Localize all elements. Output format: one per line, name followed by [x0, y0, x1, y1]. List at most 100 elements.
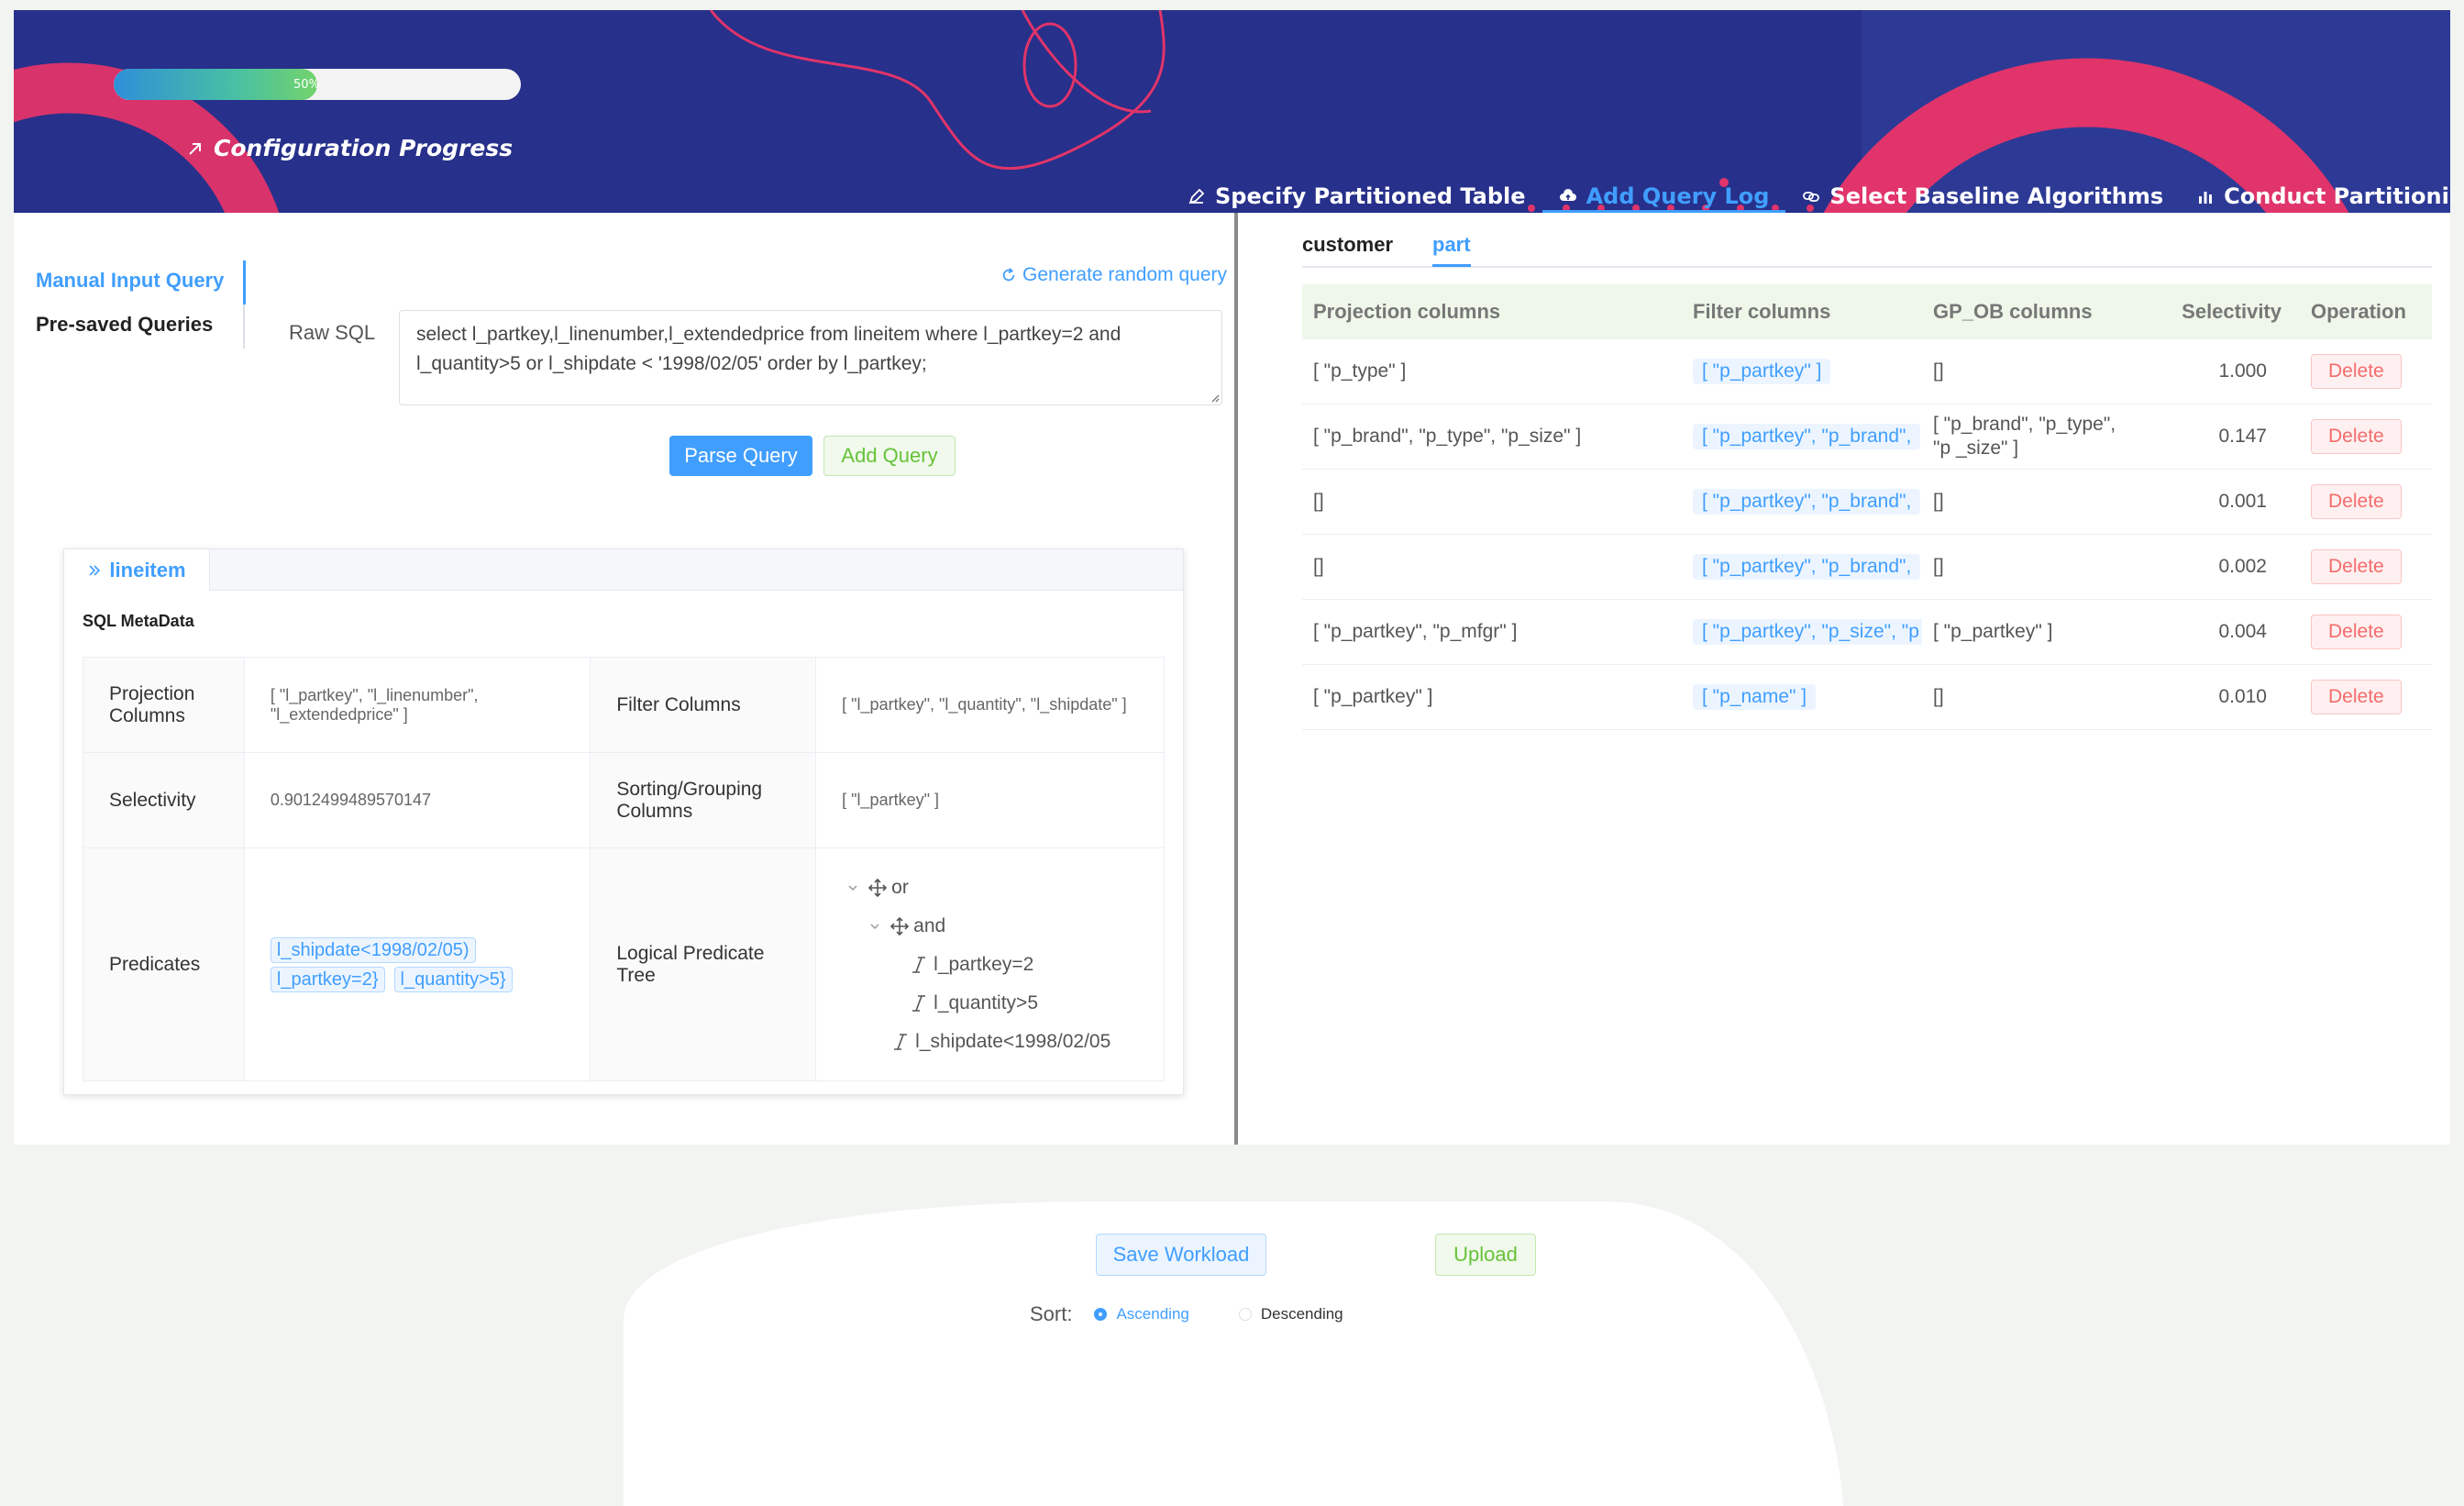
gpob-cell: [ "p_partkey" ] [1922, 599, 2144, 665]
step-navigation: Specify Partitioned Table Add Query Log … [1171, 166, 2450, 213]
italic-icon [912, 994, 926, 1012]
projection-cell: [] [1302, 469, 1682, 535]
operation-cell: Delete [2300, 534, 2432, 600]
tree-node-or[interactable]: or [845, 869, 1138, 907]
step-label: Specify Partitioned Table [1215, 183, 1526, 209]
delete-button[interactable]: Delete [2311, 484, 2402, 519]
column-header-gpob: GP_OB columns [1922, 284, 2144, 339]
filter-cell: [ "p_partkey", "p_brand", [1682, 404, 1922, 470]
filter-cell: [ "p_partkey", "p_size", "p [1682, 599, 1922, 665]
step-label: Conduct Partitioning Decision [2224, 183, 2450, 209]
operation-cell: Delete [2300, 469, 2432, 535]
operation-cell: Delete [2300, 404, 2432, 470]
step-label: Add Query Log [1586, 183, 1770, 209]
filter-tag: [ "p_partkey", "p_size", "p [1693, 619, 1922, 645]
predicates-value: l_shipdate<1998/02/05) l_partkey=2} l_qua… [243, 847, 591, 1081]
active-tab-indicator [243, 260, 246, 305]
gpob-cell: [ "p_brand", "p_type", "p _size" ] [1922, 404, 2144, 470]
selectivity-cell: 0.001 [2144, 469, 2300, 535]
tab-customer[interactable]: customer [1302, 233, 1393, 257]
sort-descending-radio[interactable]: Descending [1238, 1305, 1343, 1323]
table-row: [ "p_brand", "p_type", "p_size" ] [ "p_p… [1302, 404, 2432, 470]
tab-manual-input-query[interactable]: Manual Input Query [14, 259, 245, 303]
generate-link-text: Generate random query [1022, 264, 1227, 285]
filter-tag: [ "p_partkey", "p_brand", [1693, 489, 1921, 515]
chevron-down-icon [870, 923, 879, 929]
projection-cell: [] [1302, 534, 1682, 600]
delete-button[interactable]: Delete [2311, 549, 2402, 584]
refresh-icon [1002, 268, 1015, 282]
progress-label-text: Configuration Progress [214, 135, 514, 161]
step-add-query-log[interactable]: Add Query Log [1541, 166, 1786, 213]
sql-metadata-title: SQL MetaData [83, 612, 194, 630]
step-label: Select Baseline Algorithms [1829, 183, 2164, 209]
operation-cell: Delete [2300, 339, 2432, 404]
query-log-table: Projection columns Filter columns GP_OB … [1302, 284, 2432, 730]
double-chevron-right-icon [89, 564, 101, 576]
bar-chart-icon [2199, 191, 2213, 204]
selectivity-cell: 0.147 [2144, 404, 2300, 470]
link-icon [1803, 191, 1820, 202]
gpob-cell: [] [1922, 664, 2144, 730]
column-header-projection: Projection columns [1302, 284, 1682, 339]
filter-tag: [ "p_partkey", "p_brand", [1693, 424, 1921, 449]
active-tab-indicator [1432, 264, 1471, 267]
step-conduct-partitioning-decision[interactable]: Conduct Partitioning Decision [2180, 166, 2450, 213]
sort-ascending-radio[interactable]: Ascending [1094, 1305, 1189, 1323]
filter-tag: [ "p_partkey", "p_brand", [1693, 554, 1921, 580]
table-row: [] [ "p_partkey", "p_brand", [] 0.001 De… [1302, 469, 2432, 535]
projection-cell: [ "p_partkey", "p_mfgr" ] [1302, 599, 1682, 665]
predicate-tag: l_partkey=2} [270, 966, 385, 992]
selectivity-label: Selectivity [83, 752, 245, 848]
gpob-cell: [] [1922, 469, 2144, 535]
logical-predicate-tree: or and l_partkey=2 l_quantity>5 l_shipda… [815, 847, 1165, 1081]
logical-predicate-tree-label: Logical Predicate Tree [590, 847, 817, 1081]
tab-pre-saved-queries[interactable]: Pre-saved Queries [14, 303, 245, 347]
column-header-operation: Operation [2300, 284, 2432, 339]
projection-columns-label: Projection Columns [83, 657, 245, 753]
operation-cell: Delete [2300, 664, 2432, 730]
table-row: [ "p_type" ] [ "p_partkey" ] [] 1.000 De… [1302, 339, 2432, 404]
column-header-selectivity: Selectivity [2144, 284, 2300, 339]
delete-button[interactable]: Delete [2311, 615, 2402, 649]
sql-metadata-table: Projection Columns [ "l_partkey", "l_lin… [83, 657, 1165, 1081]
table-row: [] [ "p_partkey", "p_brand", [] 0.002 De… [1302, 534, 2432, 600]
filter-cell: [ "p_name" ] [1682, 664, 1922, 730]
raw-sql-label: Raw SQL [289, 321, 376, 344]
radio-label: Ascending [1116, 1305, 1189, 1323]
chevron-down-icon [848, 884, 857, 891]
column-header-filter: Filter columns [1682, 284, 1922, 339]
tree-leaf-label: l_quantity>5 [934, 991, 1038, 1013]
sort-control: Sort: Ascending Descending [1030, 1302, 1371, 1326]
tree-leaf[interactable]: l_shipdate<1998/02/05 [845, 1023, 1138, 1061]
step-specify-partitioned-table[interactable]: Specify Partitioned Table [1171, 166, 1542, 213]
edit-icon [1188, 188, 1205, 204]
projection-cell: [ "p_type" ] [1302, 339, 1682, 404]
step-select-baseline-algorithms[interactable]: Select Baseline Algorithms [1785, 166, 2180, 213]
tree-leaf[interactable]: l_partkey=2 [845, 946, 1138, 984]
save-workload-button[interactable]: Save Workload [1096, 1234, 1266, 1276]
tree-node-and[interactable]: and [845, 907, 1138, 946]
delete-button[interactable]: Delete [2311, 680, 2402, 714]
sorting-grouping-label: Sorting/Grouping Columns [590, 752, 817, 848]
resize-handle-icon[interactable] [1209, 392, 1220, 403]
generate-random-query-link[interactable]: Generate random query [1000, 264, 1227, 286]
raw-sql-text: select l_partkey,l_linenumber,l_extended… [416, 324, 1122, 374]
add-query-button[interactable]: Add Query [823, 436, 956, 476]
table-row: [ "p_partkey", "p_mfgr" ] [ "p_partkey",… [1302, 599, 2432, 665]
selectivity-cell: 0.004 [2144, 599, 2300, 665]
projection-cell: [ "p_brand", "p_type", "p_size" ] [1302, 404, 1682, 470]
upload-button[interactable]: Upload [1435, 1234, 1536, 1276]
tab-part[interactable]: part [1432, 233, 1471, 257]
tab-lineitem[interactable]: lineitem [64, 549, 210, 591]
filter-columns-value: [ "l_partkey", "l_quantity", "l_shipdate… [815, 657, 1165, 753]
sql-metadata-card: lineitem SQL MetaData Projection Columns… [63, 548, 1184, 1095]
raw-sql-textarea[interactable]: select l_partkey,l_linenumber,l_extended… [399, 310, 1222, 405]
parse-query-button[interactable]: Parse Query [669, 436, 812, 476]
progress-label: Configuration Progress [186, 135, 513, 161]
delete-button[interactable]: Delete [2311, 419, 2402, 454]
table-tabs: customer part [1302, 233, 2432, 268]
filter-tag: [ "p_name" ] [1693, 684, 1817, 710]
delete-button[interactable]: Delete [2311, 354, 2402, 389]
tree-leaf[interactable]: l_quantity>5 [845, 984, 1138, 1023]
